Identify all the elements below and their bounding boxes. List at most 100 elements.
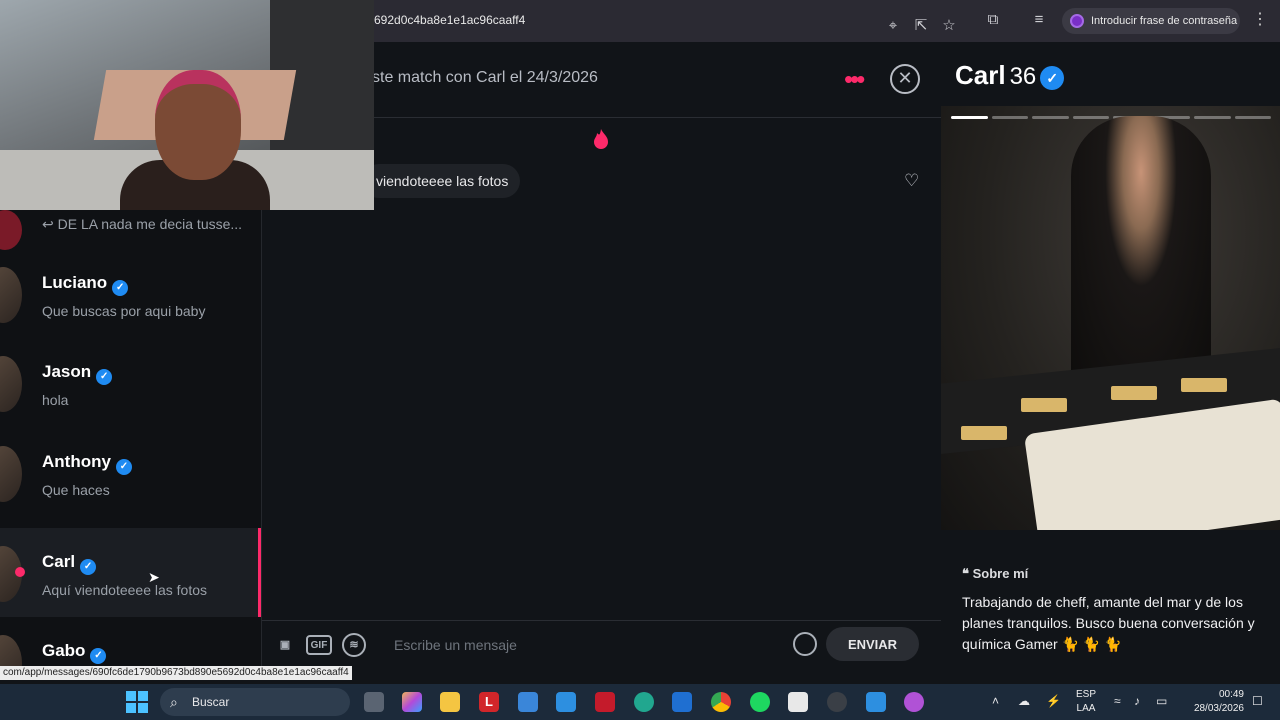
wifi-icon[interactable]: ≈ — [1114, 694, 1121, 708]
copilot-icon[interactable] — [402, 692, 422, 712]
message-bubble: viendoteeee las fotos — [362, 164, 521, 198]
contact-name: Anthony ✓ — [42, 452, 132, 475]
browser-menu-icon[interactable]: ⋮ — [1252, 9, 1268, 29]
avatar — [0, 356, 22, 412]
contact-name: Carl ✓ — [42, 552, 97, 575]
photo-dessert — [1021, 398, 1067, 412]
message-preview: Aquí viendoteeee las fotos — [42, 582, 208, 598]
system-clock[interactable]: 00:49 28/03/2026 — [1188, 688, 1244, 716]
profile-name: Carl 36 ✓ — [955, 60, 1065, 91]
list-item-carl[interactable]: Carl ✓ Aquí viendoteeee las fotos — [0, 528, 261, 617]
search-icon: ⌕ — [170, 694, 178, 710]
webcam-overlay — [0, 0, 374, 210]
contact-name: Jason ✓ — [42, 362, 113, 385]
photo-progress-segment[interactable] — [1194, 116, 1231, 119]
list-item-preview[interactable]: ↩ DE LA nada me decia tusse... — [42, 216, 242, 233]
photo-progress-segment[interactable] — [1032, 116, 1069, 119]
avatar — [0, 635, 22, 666]
list-item-gabo[interactable]: Gabo ✓ — [0, 617, 261, 666]
like-message-heart-icon[interactable]: ♡ — [904, 172, 922, 190]
webcam-person-face — [155, 70, 241, 180]
list-item-luciano[interactable]: Luciano ✓ Que buscas por aqui baby — [0, 249, 261, 338]
search-label: Buscar — [192, 695, 230, 709]
quote-icon: ❝ — [962, 566, 973, 581]
spotify-taskbar-icon[interactable] — [750, 692, 770, 712]
file-explorer-icon[interactable] — [440, 692, 460, 712]
store-icon[interactable] — [518, 692, 538, 712]
profile-dot-icon — [1070, 14, 1084, 28]
edge-icon[interactable] — [634, 692, 654, 712]
verified-badge-icon: ✓ — [96, 369, 113, 385]
photo-dessert — [1111, 386, 1157, 400]
more-options-icon[interactable]: ••• — [844, 66, 865, 92]
app-icon[interactable] — [866, 692, 886, 712]
tray-chevron-icon[interactable]: ˄ — [992, 694, 999, 708]
mouse-cursor-icon: ➤ — [148, 569, 160, 585]
gif-button[interactable]: GIF — [306, 635, 332, 655]
profile-age: 36 — [1009, 63, 1037, 90]
about-title: ❝ Sobre mí — [962, 566, 1029, 581]
verified-badge-icon: ✓ — [115, 459, 132, 475]
photo-progress-segment[interactable] — [1072, 116, 1109, 119]
extensions-icon[interactable]: ⧉ — [984, 11, 1002, 29]
photo-progress-segment[interactable] — [1234, 116, 1271, 119]
message-composer: ▣ GIF ≋ ENVIAR — [262, 620, 941, 666]
photo-dessert — [1181, 378, 1227, 392]
avatar — [0, 267, 22, 323]
taskbar-search[interactable]: ⌕ Buscar — [160, 688, 350, 716]
list-item-anthony[interactable]: Anthony ✓ Que haces — [0, 428, 261, 517]
media-player-icon[interactable] — [904, 692, 924, 712]
avatar — [0, 446, 22, 502]
verified-badge-icon: ✓ — [80, 559, 97, 575]
spotify-icon[interactable]: ≋ — [342, 633, 366, 657]
verified-badge-icon: ✓ — [112, 280, 129, 296]
profile-photo[interactable] — [941, 106, 1280, 530]
app-icon[interactable] — [556, 692, 576, 712]
photo-person — [1071, 116, 1211, 396]
unread-dot — [15, 567, 25, 577]
status-url: com/app/messages/690fc6de1790b9673bd890e… — [0, 666, 352, 680]
photo-progress-segment[interactable] — [991, 116, 1028, 119]
photo-progress-segment[interactable] — [951, 116, 988, 119]
tray-app-icon[interactable]: ☁ — [1018, 694, 1030, 708]
flame-icon — [594, 129, 608, 149]
bookmark-star-icon[interactable]: ☆ — [940, 17, 958, 35]
language-indicator[interactable]: ESP LAA — [1076, 688, 1096, 716]
close-chat-button[interactable]: ✕ — [890, 64, 920, 94]
location-icon[interactable]: ⌖ — [884, 17, 902, 35]
match-info: ste match con Carl el 24/3/2026 — [372, 69, 598, 86]
start-button[interactable] — [126, 691, 148, 713]
verified-badge-icon: ✓ — [90, 648, 107, 664]
notifications-icon[interactable]: ☐ — [1252, 694, 1263, 708]
message-input[interactable] — [394, 631, 774, 659]
verified-badge-icon: ✓ — [1040, 66, 1065, 90]
app-icon[interactable] — [788, 692, 808, 712]
profile-panel: Carl 36 ✓ ❝ Sobre mí Trabajando de cheff, … — [941, 42, 1280, 666]
taskbar: ⌕ Buscar L ˄ ☁ ⚡ ESP LAA ≈ ♪ ▭ 00:49 28/… — [0, 684, 1280, 720]
volume-icon[interactable]: ♪ — [1134, 694, 1140, 708]
passphrase-label: Introducir frase de contraseña — [1091, 15, 1238, 27]
app-icon[interactable] — [827, 692, 847, 712]
install-icon[interactable]: ⇱ — [912, 17, 930, 35]
contact-name: Gabo ✓ — [42, 641, 107, 664]
contact-name: Luciano ✓ — [42, 273, 129, 296]
screen: 692d0c4ba8e1e1ac96caaff4 ⌖ ⇱ ☆ ⧉ ≡ Intro… — [0, 0, 1280, 720]
avatar[interactable] — [0, 210, 22, 250]
send-button[interactable]: ENVIAR — [826, 627, 919, 661]
emoji-icon[interactable] — [793, 632, 817, 656]
reading-list-icon[interactable]: ≡ — [1030, 11, 1048, 29]
chrome-icon[interactable] — [711, 692, 731, 712]
contact-card-icon[interactable]: ▣ — [273, 633, 297, 657]
tray-app-icon[interactable]: ⚡ — [1046, 694, 1061, 708]
list-item-jason[interactable]: Jason ✓ hola — [0, 338, 261, 427]
mail-icon[interactable] — [672, 692, 692, 712]
mcafee-icon[interactable] — [595, 692, 615, 712]
url-text[interactable]: 692d0c4ba8e1e1ac96caaff4 — [374, 13, 525, 27]
battery-icon[interactable]: ▭ — [1156, 694, 1167, 708]
about-text: Trabajando de cheff, amante del mar y de… — [962, 594, 1255, 652]
message-preview: Que haces — [42, 482, 110, 498]
lenovo-app-icon[interactable]: L — [479, 692, 499, 712]
photo-dessert — [961, 426, 1007, 440]
task-view-icon[interactable] — [364, 692, 384, 712]
passphrase-button[interactable]: Introducir frase de contraseña — [1062, 8, 1240, 34]
